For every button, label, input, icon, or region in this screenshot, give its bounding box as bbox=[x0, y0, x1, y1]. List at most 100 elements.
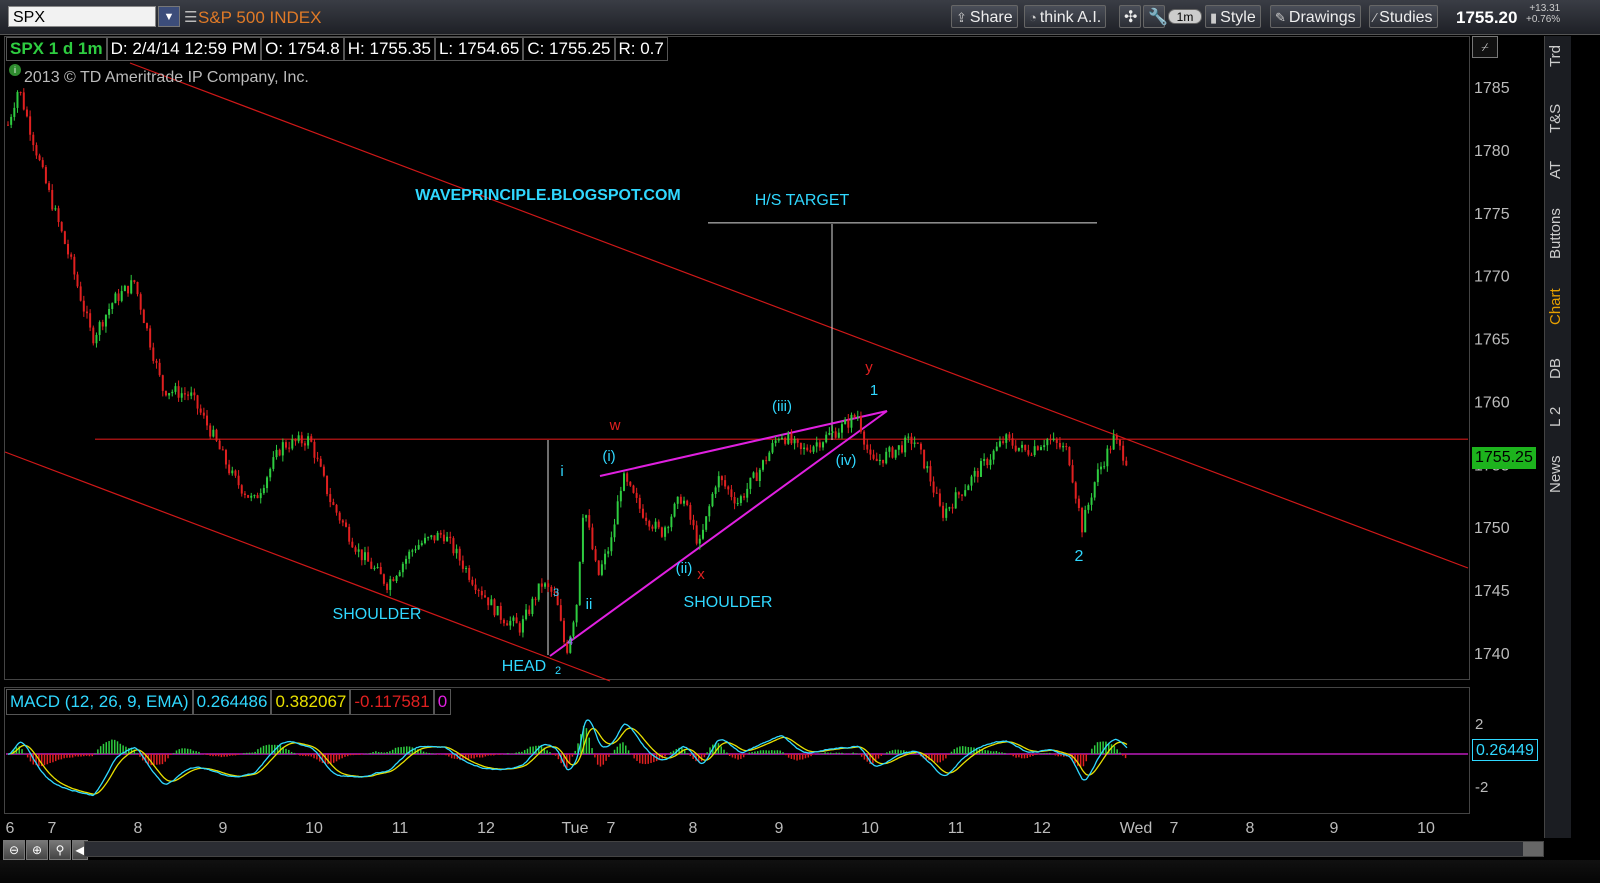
candle-body bbox=[777, 439, 780, 441]
candle-body bbox=[259, 493, 262, 499]
x-tick-label: Tue bbox=[562, 820, 589, 837]
candle-body bbox=[332, 502, 335, 505]
candle-body bbox=[85, 311, 88, 314]
candle-body bbox=[133, 280, 136, 283]
zoom-out-button[interactable]: ⊖ bbox=[3, 840, 25, 860]
candle-body bbox=[866, 444, 869, 450]
candle-body bbox=[171, 391, 174, 394]
candle-body bbox=[76, 274, 79, 287]
scrollbar-thumb[interactable] bbox=[1523, 842, 1543, 856]
candle-body bbox=[22, 92, 25, 110]
candle-body bbox=[787, 433, 790, 444]
chart-annotation: 3 bbox=[553, 587, 559, 599]
candle-body bbox=[446, 536, 449, 542]
macd-label[interactable]: MACD (12, 26, 9, EMA) bbox=[6, 689, 193, 715]
x-tick-label: 11 bbox=[392, 820, 409, 837]
tab-level2[interactable]: L 2 bbox=[1547, 402, 1569, 432]
candle-body bbox=[243, 493, 246, 496]
tab-at[interactable]: AT bbox=[1547, 156, 1569, 184]
candle-body bbox=[215, 429, 218, 441]
candle-body bbox=[111, 303, 114, 309]
candle-body bbox=[878, 459, 881, 462]
candle-body bbox=[664, 527, 667, 537]
zoom-search-button[interactable]: ⚲ bbox=[49, 840, 71, 860]
candle-body bbox=[439, 532, 442, 535]
candle-body bbox=[41, 160, 44, 168]
price-scale-button[interactable]: ⌿ bbox=[1472, 36, 1498, 58]
candle-body bbox=[667, 527, 670, 529]
horizontal-scrollbar[interactable] bbox=[84, 841, 1544, 857]
candle-body bbox=[1071, 465, 1074, 483]
candle-body bbox=[16, 92, 19, 108]
candle-body bbox=[1112, 435, 1115, 450]
candle-body bbox=[329, 494, 332, 503]
chart-annotation: w bbox=[609, 417, 621, 434]
candle-body bbox=[313, 441, 316, 458]
candle-body bbox=[1109, 448, 1112, 450]
macd-tick-upper: 2 bbox=[1475, 716, 1484, 733]
chart-annotation: H/S TARGET bbox=[755, 192, 850, 209]
candle-body bbox=[686, 500, 689, 506]
tab-buttons[interactable]: Buttons bbox=[1547, 201, 1569, 267]
candle-body bbox=[847, 419, 850, 428]
candle-body bbox=[812, 446, 815, 452]
candle-body bbox=[250, 495, 253, 498]
tab-trd[interactable]: Trd bbox=[1547, 40, 1569, 72]
candle-body bbox=[695, 525, 698, 544]
candle-body bbox=[717, 476, 720, 488]
candle-body bbox=[743, 496, 746, 498]
candle-body bbox=[420, 543, 423, 546]
candle-body bbox=[300, 435, 303, 444]
header-symbol[interactable]: SPX 1 d 1m bbox=[6, 37, 107, 61]
macd-value: 0.264486 bbox=[192, 689, 272, 715]
tab-chart[interactable]: Chart bbox=[1547, 284, 1569, 330]
candle-body bbox=[1074, 482, 1077, 499]
candle-body bbox=[641, 508, 644, 518]
candle-body bbox=[607, 551, 610, 554]
candle-body bbox=[515, 617, 518, 624]
candle-body bbox=[1049, 439, 1052, 441]
candle-body bbox=[266, 477, 269, 489]
zoom-in-button[interactable]: ⊕ bbox=[26, 840, 48, 860]
candle-body bbox=[367, 552, 370, 562]
candle-body bbox=[935, 492, 938, 494]
candle-body bbox=[537, 583, 540, 600]
candle-body bbox=[281, 442, 284, 456]
chart-annotation: HEAD bbox=[502, 658, 546, 675]
tab-time-and-sales[interactable]: T&S bbox=[1547, 98, 1569, 138]
candle-body bbox=[468, 568, 471, 580]
candle-body bbox=[1005, 434, 1008, 443]
chart-svg[interactable]: WAVEPRINCIPLE.BLOGSPOT.COM H/S TARGET SHOU… bbox=[0, 0, 1600, 883]
candle-body bbox=[149, 328, 152, 348]
chart-annotation: (ii) bbox=[676, 560, 693, 577]
candle-body bbox=[689, 505, 692, 520]
chart-annotation: i bbox=[560, 463, 563, 480]
candle-body bbox=[869, 449, 872, 455]
candle-body bbox=[657, 521, 660, 528]
candle-body bbox=[465, 568, 468, 570]
tab-db[interactable]: DB bbox=[1547, 354, 1569, 384]
candle-body bbox=[1027, 450, 1030, 455]
candle-body bbox=[815, 442, 818, 447]
macd-header: MACD (12, 26, 9, EMA) 0.264486 0.382067 … bbox=[6, 689, 452, 715]
candle-body bbox=[822, 442, 825, 448]
candle-body bbox=[218, 440, 221, 450]
info-icon[interactable]: i bbox=[9, 64, 21, 76]
x-tick-label: 12 bbox=[477, 820, 495, 837]
candle-body bbox=[730, 489, 733, 497]
candle-body bbox=[635, 492, 638, 498]
candle-body bbox=[297, 435, 300, 442]
candle-body bbox=[180, 393, 183, 398]
candle-body bbox=[859, 416, 862, 432]
candle-body bbox=[57, 208, 60, 223]
candle-body bbox=[951, 507, 954, 509]
candle-body bbox=[1052, 438, 1055, 441]
candle-body bbox=[762, 460, 765, 470]
candle-body bbox=[679, 496, 682, 504]
tab-news[interactable]: News bbox=[1547, 450, 1569, 498]
candle-body bbox=[711, 493, 714, 507]
candle-body bbox=[269, 468, 272, 478]
candle-body bbox=[809, 450, 812, 452]
candle-body bbox=[1096, 469, 1099, 483]
candle-body bbox=[806, 447, 809, 451]
